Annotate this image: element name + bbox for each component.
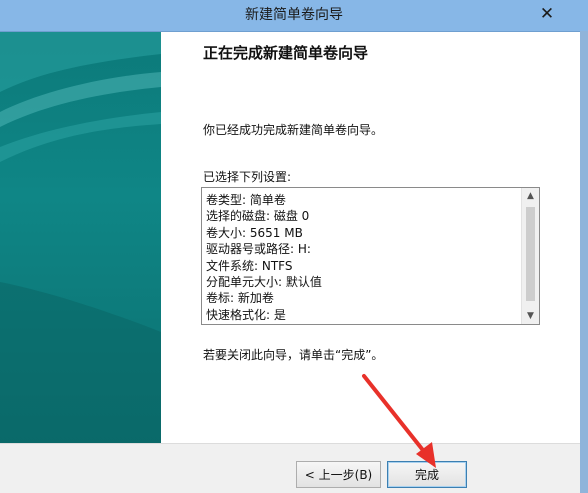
title-bar[interactable]: 新建简单卷向导 ✕: [0, 0, 588, 32]
scroll-thumb[interactable]: [526, 207, 535, 301]
wizard-window: 新建简单卷向导 ✕ 正在完成新建简单卷向导 你已经成功完成新建简单卷向导。 已选…: [0, 0, 588, 493]
settings-item: 驱动器号或路径: H:: [206, 242, 311, 257]
wizard-banner: [0, 32, 161, 443]
scroll-down-icon[interactable]: ▼: [522, 308, 539, 324]
annotation-arrow-icon: [362, 374, 436, 468]
button-bar: [0, 443, 588, 493]
settings-item: 文件系统: NTFS: [206, 258, 293, 273]
scroll-up-icon[interactable]: ▲: [522, 188, 539, 204]
window-right-border: [580, 31, 588, 493]
page-heading: 正在完成新建简单卷向导: [203, 44, 369, 62]
settings-label: 已选择下列设置:: [203, 170, 292, 184]
settings-item: 分配单元大小: 默认值: [206, 275, 322, 290]
settings-list: 卷类型: 简单卷 选择的磁盘: 磁盘 0 卷大小: 5651 MB 驱动器号或路…: [206, 192, 518, 323]
vertical-scrollbar[interactable]: ▲ ▼: [521, 188, 539, 324]
settings-item: 卷类型: 简单卷: [206, 193, 286, 207]
settings-listbox[interactable]: 卷类型: 简单卷 选择的磁盘: 磁盘 0 卷大小: 5651 MB 驱动器号或路…: [201, 187, 540, 325]
settings-item: 卷大小: 5651 MB: [206, 225, 303, 240]
settings-item: 快速格式化: 是: [206, 307, 286, 322]
close-icon[interactable]: ✕: [536, 3, 558, 25]
success-message: 你已经成功完成新建简单卷向导。: [203, 123, 384, 137]
settings-item: 卷标: 新加卷: [206, 291, 274, 306]
settings-item: 选择的磁盘: 磁盘 0: [206, 209, 310, 224]
banner-wave-graphic: [0, 32, 161, 443]
close-hint: 若要关闭此向导，请单击“完成”。: [203, 348, 384, 362]
window-title: 新建简单卷向导: [245, 7, 343, 23]
